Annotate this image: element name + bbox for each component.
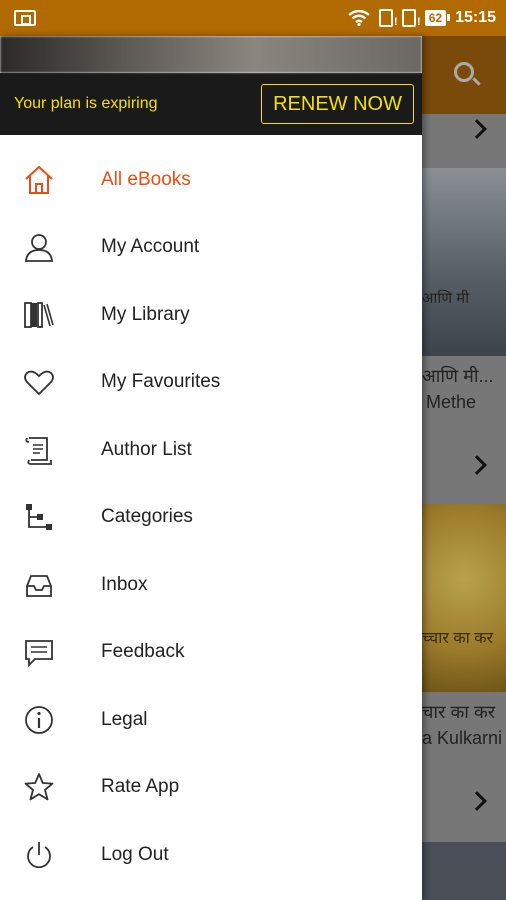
menu-item-feedback[interactable]: Feedback xyxy=(0,619,422,687)
home-icon xyxy=(22,163,56,197)
sim2-icon xyxy=(401,9,421,28)
book-cover xyxy=(422,842,506,900)
screenshot-icon xyxy=(14,10,36,26)
user-icon xyxy=(22,230,56,264)
menu-item-rate-app[interactable]: Rate App xyxy=(0,754,422,822)
battery-indicator: 62 xyxy=(424,10,451,26)
library-icon xyxy=(22,298,56,332)
menu-item-my-account[interactable]: My Account xyxy=(0,214,422,282)
clock: 15:15 xyxy=(455,9,496,26)
menu-label: My Library xyxy=(101,303,190,325)
chevron-right-icon xyxy=(467,455,487,475)
menu-item-legal[interactable]: Legal xyxy=(0,686,422,754)
menu-label: Log Out xyxy=(101,843,169,865)
menu-label: Feedback xyxy=(101,641,185,663)
menu-label: Author List xyxy=(101,438,192,460)
heart-icon xyxy=(22,365,56,399)
menu-item-all-ebooks[interactable]: All eBooks xyxy=(0,146,422,214)
background-toolbar xyxy=(422,36,506,114)
menu-label: My Account xyxy=(101,236,200,258)
book-cover: च्चार का कर xyxy=(422,504,506,692)
menu-item-inbox[interactable]: Inbox xyxy=(0,551,422,619)
status-bar: 62 15:15 xyxy=(0,0,506,36)
menu-label: My Favourites xyxy=(101,371,221,393)
drawer-menu: All eBooks My Account My Library My Favo… xyxy=(0,135,422,889)
book-author: a Kulkarni xyxy=(422,728,503,748)
menu-item-my-library[interactable]: My Library xyxy=(0,281,422,349)
wifi-icon xyxy=(347,10,370,26)
menu-item-my-favourites[interactable]: My Favourites xyxy=(0,349,422,417)
info-icon xyxy=(22,703,56,737)
background-app: आणि मी आणि मी... Methe च्चार का कर चार क… xyxy=(422,36,506,900)
renew-now-button[interactable]: RENEW NOW xyxy=(261,84,414,124)
book-title: आणि मी... xyxy=(422,366,494,386)
plan-expiry-banner: Your plan is expiring RENEW NOW xyxy=(0,73,422,135)
navigation-drawer: Your plan is expiring RENEW NOW All eBoo… xyxy=(0,36,422,900)
menu-label: Rate App xyxy=(101,776,180,798)
inbox-icon xyxy=(22,568,56,602)
feedback-icon xyxy=(22,635,56,669)
tree-icon xyxy=(22,500,56,534)
menu-item-categories[interactable]: Categories xyxy=(0,484,422,552)
scroll-icon xyxy=(22,433,56,467)
sim1-icon xyxy=(378,9,398,28)
cover-text: च्चार का कर xyxy=(422,630,494,647)
menu-label: Inbox xyxy=(101,573,148,595)
search-icon xyxy=(454,62,474,82)
menu-label: All eBooks xyxy=(101,168,191,190)
chevron-right-icon xyxy=(467,791,487,811)
chevron-right-icon xyxy=(467,119,487,139)
book-title: चार का कर xyxy=(422,702,496,722)
star-icon xyxy=(22,770,56,804)
menu-label: Categories xyxy=(101,506,193,528)
status-icons: 62 15:15 xyxy=(347,9,496,28)
book-cover: आणि मी xyxy=(422,168,506,356)
power-icon xyxy=(22,838,56,872)
menu-item-author-list[interactable]: Author List xyxy=(0,416,422,484)
drawer-header-image xyxy=(0,36,422,73)
menu-label: Legal xyxy=(101,708,148,730)
book-author: Methe xyxy=(426,392,477,412)
menu-item-log-out[interactable]: Log Out xyxy=(0,821,422,889)
plan-message: Your plan is expiring xyxy=(14,95,158,112)
cover-text: आणि मी xyxy=(422,290,470,307)
